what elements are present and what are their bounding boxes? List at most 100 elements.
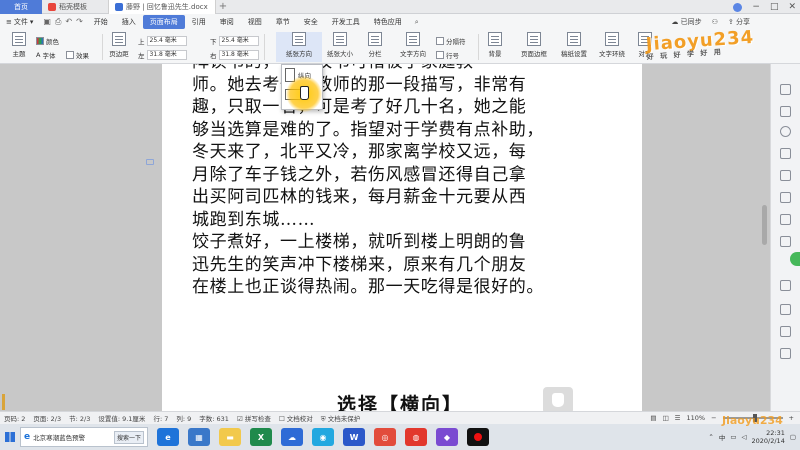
menu-developer[interactable]: 开发工具 bbox=[325, 15, 367, 29]
view-mode-icon[interactable]: ▤ bbox=[650, 414, 656, 422]
save-icon[interactable]: ▣ bbox=[43, 17, 51, 27]
zoom-in-icon[interactable]: + bbox=[789, 414, 794, 422]
menu-references[interactable]: 引用 bbox=[185, 15, 213, 29]
print-icon[interactable]: ⎙ bbox=[55, 17, 61, 27]
taskbar-folder-icon[interactable]: ▬ bbox=[219, 428, 241, 446]
orientation-button[interactable]: 纸张方向 bbox=[276, 32, 322, 62]
paper-size-button[interactable]: 纸张大小 bbox=[322, 32, 358, 58]
effect-button[interactable]: 效果 bbox=[66, 50, 89, 60]
clock-date: 2020/2/14 bbox=[751, 437, 785, 445]
sidebar-layers-icon[interactable] bbox=[780, 192, 791, 203]
sidebar-settings-icon[interactable] bbox=[780, 348, 791, 359]
menu-security[interactable]: 安全 bbox=[297, 15, 325, 29]
taskbar-chrome-icon[interactable]: ◎ bbox=[374, 428, 396, 446]
shield-icon: ⛨ bbox=[320, 414, 326, 423]
margin-right-input[interactable]: 31.8 毫米 bbox=[218, 50, 259, 60]
columns-button[interactable]: 分栏 bbox=[360, 32, 390, 58]
minimize-icon[interactable]: − bbox=[752, 2, 760, 12]
menu-review[interactable]: 审阅 bbox=[213, 15, 241, 29]
margin-bottom-input[interactable]: 25.4 毫米 bbox=[218, 36, 259, 46]
start-button[interactable] bbox=[0, 424, 20, 450]
sidebar-style-icon[interactable] bbox=[780, 106, 791, 117]
zoom-value[interactable]: 110% bbox=[687, 414, 706, 422]
tab-home[interactable]: 首页 bbox=[0, 0, 42, 14]
browser-search-button[interactable]: 搜索一下 bbox=[113, 430, 144, 444]
collab-icon[interactable]: ⚇ bbox=[712, 18, 718, 26]
sidebar-link-icon[interactable] bbox=[780, 214, 791, 225]
ime-indicator[interactable]: 中 bbox=[719, 432, 726, 442]
page-break-button[interactable]: 分隔符 bbox=[436, 36, 466, 46]
sync-label: 已同步 bbox=[680, 18, 702, 26]
background-button[interactable]: 背景 bbox=[480, 32, 510, 58]
network-icon[interactable]: ▭ bbox=[730, 433, 736, 441]
taskbar-excel-icon[interactable]: X bbox=[250, 428, 272, 446]
notification-icon[interactable]: ▢ bbox=[790, 433, 796, 441]
menu-page-layout[interactable]: 页面布局 bbox=[142, 15, 185, 29]
left-edge-marker bbox=[2, 394, 5, 410]
margins-icon bbox=[112, 32, 126, 46]
file-menu[interactable]: ≡ 文件 ▾ bbox=[0, 17, 39, 27]
sidebar-new-icon[interactable] bbox=[780, 84, 791, 95]
protection-status[interactable]: ⛨ 文档未保护 bbox=[317, 413, 364, 424]
user-area[interactable] bbox=[733, 2, 743, 12]
sidebar-shape-icon[interactable] bbox=[780, 148, 791, 159]
new-tab-button[interactable]: + bbox=[216, 1, 230, 12]
status-page-number[interactable]: 页码: 2 bbox=[0, 413, 29, 423]
sidebar-help-icon[interactable] bbox=[780, 126, 791, 137]
color-button[interactable]: 颜色 bbox=[36, 36, 59, 46]
sidebar-cloud-icon[interactable] bbox=[780, 326, 791, 337]
volume-icon[interactable]: ◁ bbox=[742, 433, 747, 441]
line-number-button[interactable]: 行号 bbox=[436, 50, 459, 60]
menu-chapter[interactable]: 章节 bbox=[269, 15, 297, 29]
menu-insert[interactable]: 插入 bbox=[115, 15, 143, 29]
manuscript-button[interactable]: 稿纸设置 bbox=[556, 32, 592, 58]
browser-search-box[interactable]: e 北京寒潮蓝色预警 搜索一下 bbox=[20, 427, 148, 447]
status-setting: 设置值: 9.1厘米 bbox=[98, 415, 146, 423]
spell-check-toggle[interactable]: ☑ 拼写检查 bbox=[233, 413, 275, 423]
tab-document-label: 藤野 | 回忆鲁迅先生.docx bbox=[126, 2, 208, 11]
taskbar-explorer-icon[interactable]: ▦ bbox=[188, 428, 210, 446]
command-search[interactable]: ⌕ bbox=[415, 18, 419, 27]
text-wrap-button[interactable]: 文字环绕 bbox=[594, 32, 630, 58]
margin-left-input[interactable]: 31.8 毫米 bbox=[146, 50, 187, 60]
menu-view[interactable]: 视图 bbox=[241, 15, 269, 29]
web-view-icon[interactable]: ◫ bbox=[663, 414, 669, 422]
page-border-button[interactable]: 页面边框 bbox=[516, 32, 552, 58]
sidebar-upload-icon[interactable] bbox=[780, 280, 791, 291]
zoom-out-icon[interactable]: − bbox=[711, 414, 716, 422]
text-direction-button[interactable]: 文字方向 bbox=[394, 32, 432, 58]
maximize-icon[interactable]: □ bbox=[770, 2, 779, 12]
status-word-count[interactable]: 字数: 631 bbox=[195, 413, 233, 423]
taskbar-app-icon[interactable]: ◆ bbox=[436, 428, 458, 446]
share-button[interactable]: ⇪ 分享 bbox=[728, 17, 750, 27]
paragraph-marker-icon[interactable] bbox=[146, 159, 154, 165]
tray-expand-icon[interactable]: ⌃ bbox=[708, 433, 713, 441]
taskbar-qq-icon[interactable]: ◍ bbox=[405, 428, 427, 446]
sync-status[interactable]: ☁ 已同步 bbox=[671, 17, 701, 27]
vertical-scrollbar[interactable] bbox=[762, 205, 767, 245]
margins-button[interactable]: 页边距 bbox=[104, 32, 134, 58]
taskbar-ie-icon[interactable]: e bbox=[157, 428, 179, 446]
undo-icon[interactable]: ↶ bbox=[65, 17, 72, 27]
clock[interactable]: 22:31 2020/2/14 bbox=[752, 429, 785, 445]
outline-view-icon[interactable]: ☰ bbox=[675, 414, 681, 422]
close-icon[interactable]: ✕ bbox=[788, 2, 796, 12]
sidebar-properties-icon[interactable] bbox=[780, 170, 791, 181]
sidebar-image-icon[interactable] bbox=[780, 236, 791, 247]
taskbar-browser-icon[interactable]: ◉ bbox=[312, 428, 334, 446]
taskbar-record-icon[interactable] bbox=[467, 428, 489, 446]
document-page[interactable]: 阵读书的，并人校书可惜被子家庭教 师。她去考一个教师的那一段描写，非常有 趣，只… bbox=[162, 64, 642, 411]
sidebar-lock-icon[interactable] bbox=[780, 304, 791, 315]
menu-features[interactable]: 特色应用 bbox=[367, 15, 409, 29]
taskbar-baidu-cloud-icon[interactable]: ☁ bbox=[281, 428, 303, 446]
taskbar-wps-writer-icon[interactable]: W bbox=[343, 428, 365, 446]
theme-button[interactable]: 主题 bbox=[4, 32, 34, 58]
menu-start[interactable]: 开始 bbox=[87, 15, 115, 29]
floating-assistant-tab[interactable] bbox=[790, 252, 800, 266]
redo-icon[interactable]: ↷ bbox=[76, 17, 83, 27]
margin-top-input[interactable]: 25.4 毫米 bbox=[146, 36, 187, 46]
proofread-button[interactable]: ☐ 文档校对 bbox=[275, 413, 317, 423]
tab-document[interactable]: 藤野 | 回忆鲁迅先生.docx bbox=[108, 0, 216, 14]
font-theme-button[interactable]: A 字体 bbox=[36, 50, 55, 60]
tab-template[interactable]: 稻壳模板 bbox=[42, 0, 108, 14]
